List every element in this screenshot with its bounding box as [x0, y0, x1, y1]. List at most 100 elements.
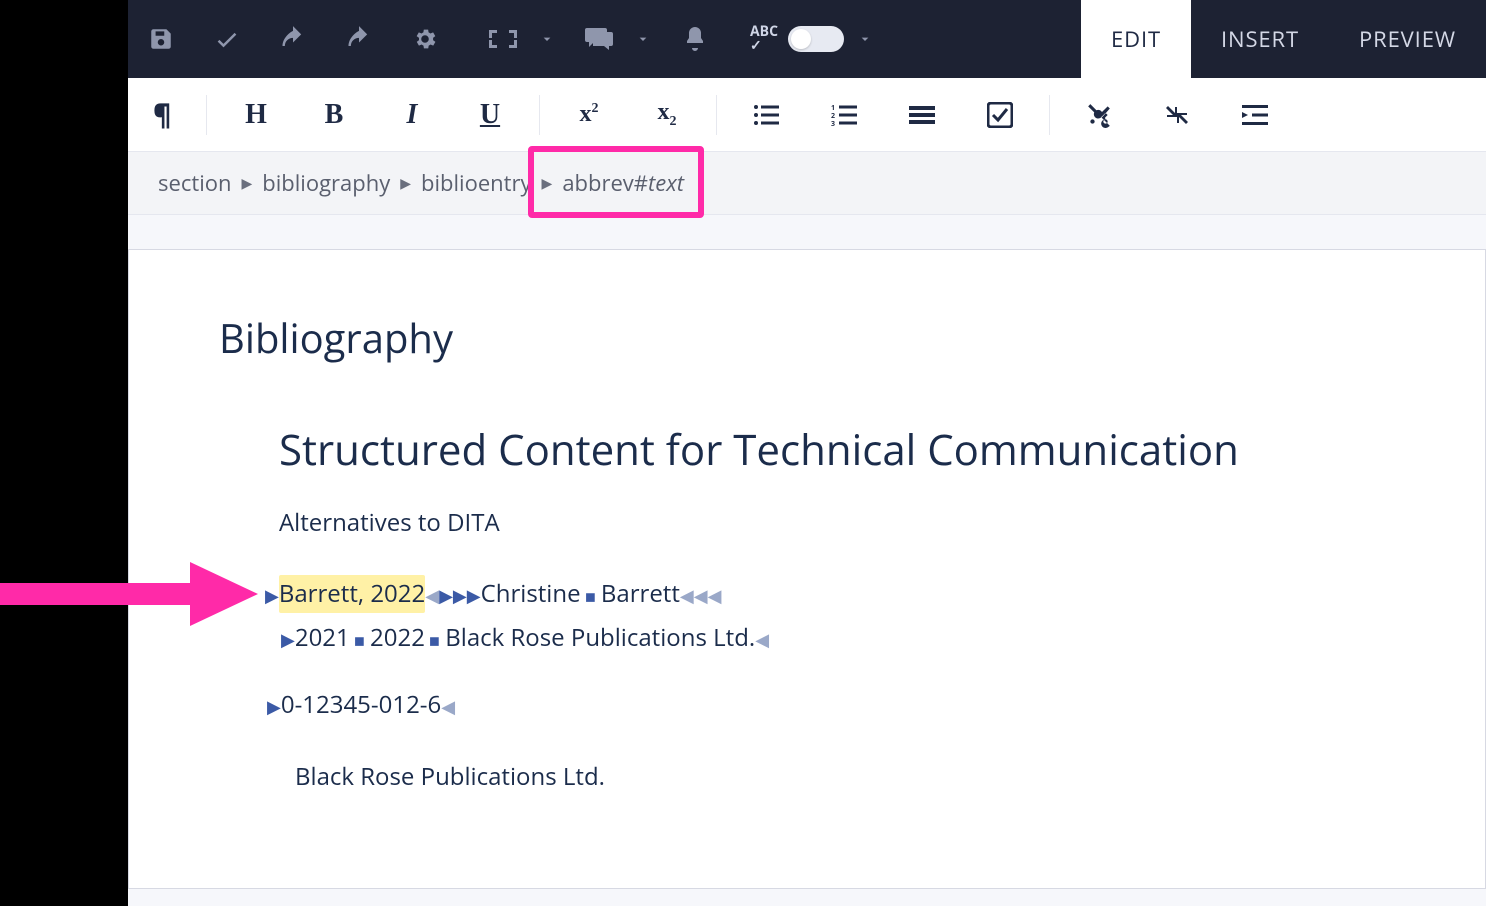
bullet-list-button[interactable]: [727, 78, 805, 152]
comments-icon: [584, 26, 614, 52]
comments-button[interactable]: [566, 0, 632, 78]
frame-icon: [487, 28, 519, 50]
notifications-button[interactable]: [662, 0, 728, 78]
element-end-marker-icon: ◀: [755, 626, 769, 655]
publisher-inline-text[interactable]: Black Rose Publications Ltd.: [445, 619, 755, 657]
pilcrow-icon: ¶: [153, 96, 171, 134]
element-start-marker-icon: ▶: [281, 626, 295, 655]
undo-icon: [279, 25, 307, 53]
spellcheck-menu-caret[interactable]: [854, 0, 876, 78]
comments-menu-caret[interactable]: [632, 0, 654, 78]
tab-preview[interactable]: PREVIEW: [1329, 0, 1486, 78]
tab-insert[interactable]: INSERT: [1191, 0, 1329, 78]
crumb-section[interactable]: section: [158, 168, 232, 198]
element-start-marker-icon: ▶: [267, 693, 281, 722]
toolbar-separator: [1049, 95, 1050, 135]
toolbar-separator: [206, 95, 207, 135]
stage: ABC✓ EDIT INSERT PREVIEW ¶ H B: [0, 0, 1486, 906]
numbered-list-button[interactable]: 123: [805, 78, 883, 152]
heading-icon: H: [245, 99, 267, 131]
crumb-abbrev-text[interactable]: abbrev#text: [562, 168, 684, 198]
scissors-icon: [1086, 102, 1112, 128]
italic-button[interactable]: I: [373, 78, 451, 152]
cut-button[interactable]: [1060, 78, 1138, 152]
chevron-down-icon: [539, 31, 555, 47]
surname-text[interactable]: Barrett: [601, 575, 680, 613]
spellcheck-toggle[interactable]: [788, 26, 844, 52]
underline-icon: U: [480, 99, 500, 131]
element-start-marker-icon: ▶: [453, 582, 467, 611]
procedure-button[interactable]: [883, 78, 961, 152]
bell-icon: [683, 25, 707, 53]
entry-title: Structured Content for Technical Communi…: [279, 421, 1485, 478]
element-start-marker-icon: ▶: [439, 582, 453, 611]
redo-button[interactable]: [326, 0, 392, 78]
page-title: Bibliography: [219, 310, 1485, 365]
italic-icon: I: [407, 99, 418, 131]
confirm-button[interactable]: [194, 0, 260, 78]
top-toolbar: ABC✓ EDIT INSERT PREVIEW: [128, 0, 1486, 78]
layers-icon: [909, 104, 935, 126]
crumb-bibliography[interactable]: bibliography: [262, 168, 390, 198]
spellcheck-icon: ABC✓: [750, 25, 778, 53]
chevron-down-icon: [857, 31, 873, 47]
bold-icon: B: [325, 99, 344, 131]
content-area: Bibliography Structured Content for Tech…: [128, 215, 1486, 889]
save-icon: [148, 26, 174, 52]
superscript-icon: x2: [580, 101, 599, 128]
app: ABC✓ EDIT INSERT PREVIEW ¶ H B: [128, 0, 1486, 906]
biblio-entry[interactable]: ▶ Barrett, 2022 ◀ ▶ ▶ ▶ Christine ◆ Barr…: [265, 575, 1485, 724]
element-start-marker-icon: ▶: [467, 582, 481, 611]
chevron-right-icon: ▶: [542, 174, 553, 193]
element-start-marker-icon: ▶: [265, 582, 279, 611]
svg-text:3: 3: [831, 120, 835, 126]
subscript-icon: x2: [658, 99, 677, 130]
underline-button[interactable]: U: [451, 78, 529, 152]
chevron-right-icon: ▶: [242, 174, 253, 193]
mode-tabs: EDIT INSERT PREVIEW: [1081, 0, 1486, 78]
chevron-down-icon: [635, 31, 651, 47]
heading-button[interactable]: H: [217, 78, 295, 152]
year1-text[interactable]: 2021: [295, 619, 350, 657]
checkmark-icon: [213, 25, 241, 53]
left-black-strip: [0, 0, 128, 906]
toolbar-separator: [539, 95, 540, 135]
numbered-list-icon: 123: [831, 104, 857, 126]
undo-button[interactable]: [260, 0, 326, 78]
indent-button[interactable]: [1216, 78, 1294, 152]
document-page[interactable]: Bibliography Structured Content for Tech…: [128, 249, 1486, 889]
save-button[interactable]: [128, 0, 194, 78]
view-button[interactable]: [470, 0, 536, 78]
settings-button[interactable]: [392, 0, 458, 78]
bullet-list-icon: [753, 104, 779, 126]
superscript-button[interactable]: x2: [550, 78, 628, 152]
gear-icon: [412, 26, 438, 52]
checklist-button[interactable]: [961, 78, 1039, 152]
bold-button[interactable]: B: [295, 78, 373, 152]
publisher-block: Black Rose Publications Ltd.: [295, 760, 1485, 793]
tab-edit[interactable]: EDIT: [1081, 0, 1191, 78]
element-end-marker-icon: ◀: [708, 582, 722, 611]
breadcrumb: section ▶ bibliography ▶ biblioentry ▶ a…: [128, 152, 1486, 215]
element-end-marker-icon: ◀: [694, 582, 708, 611]
collapse-icon: [1165, 103, 1189, 127]
firstname-text[interactable]: Christine: [481, 575, 581, 613]
paragraph-button[interactable]: ¶: [128, 78, 196, 152]
element-end-marker-icon: ◀: [425, 582, 439, 611]
chevron-right-icon: ▶: [400, 174, 411, 193]
crumb-biblioentry[interactable]: biblioentry: [421, 168, 532, 198]
collapse-button[interactable]: [1138, 78, 1216, 152]
abbrev-text[interactable]: Barrett, 2022: [279, 575, 425, 613]
view-menu-caret[interactable]: [536, 0, 558, 78]
isbn-text[interactable]: 0-12345-012-6: [281, 686, 441, 724]
format-toolbar: ¶ H B I U x2 x2 123: [128, 78, 1486, 152]
subscript-button[interactable]: x2: [628, 78, 706, 152]
toolbar-separator: [716, 95, 717, 135]
checkbox-icon: [987, 102, 1013, 128]
year2-text[interactable]: 2022: [370, 619, 425, 657]
indent-icon: [1242, 104, 1268, 126]
entry-subtitle: Alternatives to DITA: [279, 506, 1485, 539]
element-end-marker-icon: ◀: [441, 693, 455, 722]
element-end-marker-icon: ◀: [680, 582, 694, 611]
toggle-knob: [791, 29, 811, 49]
